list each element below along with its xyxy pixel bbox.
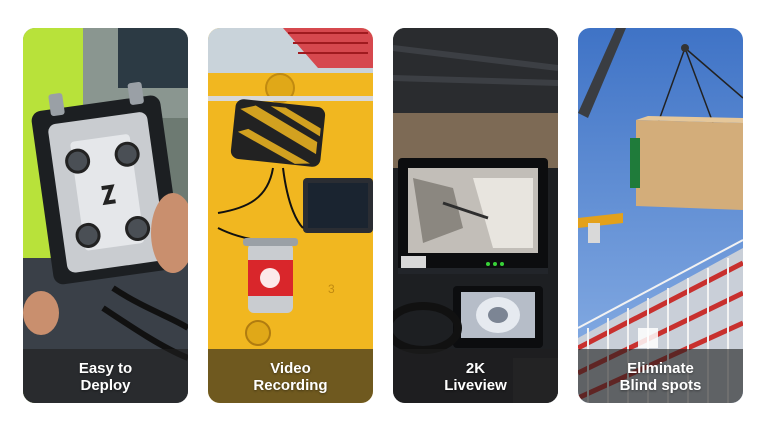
caption-line-2: Deploy (80, 377, 131, 394)
caption-line-1: Video (270, 360, 311, 377)
card-caption: 2K Liveview (393, 360, 558, 394)
feature-card-eliminate-blind-spots[interactable]: Eliminate Blind spots (578, 28, 743, 403)
blind-spots-photo (578, 28, 743, 403)
deploy-photo (23, 28, 188, 403)
caption-line-2: Blind spots (619, 377, 702, 394)
card-caption: Eliminate Blind spots (578, 360, 743, 394)
card-caption: Easy to Deploy (23, 360, 188, 394)
caption-line-1: 2K (465, 360, 486, 377)
feature-card-2k-liveview[interactable]: 2K Liveview (393, 28, 558, 403)
card-caption: Video Recording (208, 360, 373, 394)
feature-card-easy-deploy[interactable]: Easy to Deploy (23, 28, 188, 403)
caption-line-1: Easy to (78, 360, 133, 377)
recording-photo: 3 (208, 28, 373, 403)
liveview-photo (393, 28, 558, 403)
caption-line-2: Liveview (444, 377, 507, 394)
caption-line-1: Eliminate (627, 360, 694, 377)
svg-text:3: 3 (328, 282, 335, 296)
caption-line-2: Recording (253, 377, 328, 394)
feature-card-video-recording[interactable]: 3 Video Recording (208, 28, 373, 403)
